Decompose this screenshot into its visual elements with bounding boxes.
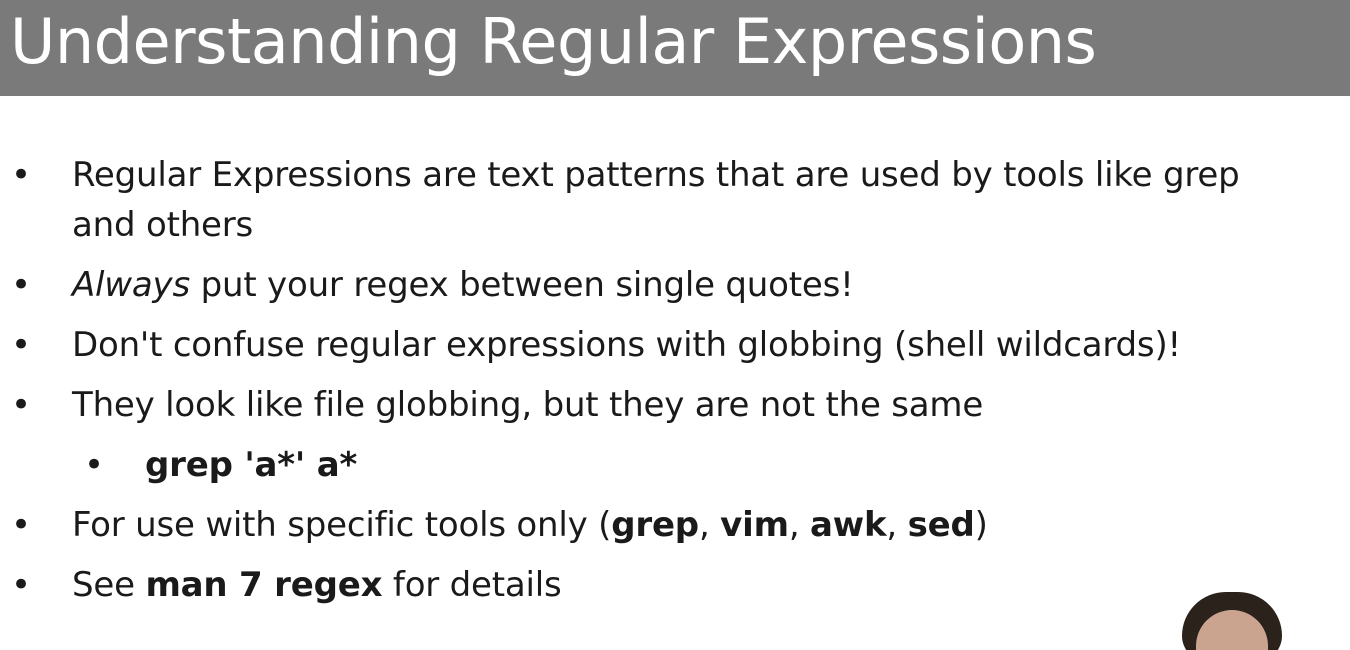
bullet-item: • They look like file globbing, but they…: [0, 380, 1330, 430]
separator: ,: [698, 505, 721, 545]
tool-vim: vim: [720, 505, 789, 545]
sub-bullet-item: • grep 'a*' a*: [0, 440, 1330, 490]
bullet-tail: ): [974, 505, 988, 545]
bullet-item: • Don't confuse regular expressions with…: [0, 320, 1330, 370]
bullet-item: • Always put your regex between single q…: [0, 260, 1330, 310]
bullet-text: Don't confuse regular expressions with g…: [72, 325, 1181, 365]
bullet-text: They look like file globbing, but they a…: [72, 385, 984, 425]
bullet-text: See man 7 regex for details: [72, 560, 1310, 610]
bullet-list: • Regular Expressions are text patterns …: [0, 150, 1330, 620]
bullet-text: Regular Expressions are text patterns th…: [72, 155, 1240, 245]
command-example: grep 'a*' a*: [145, 445, 358, 485]
bullet-item: • See man 7 regex for details: [0, 560, 1330, 610]
tool-awk: awk: [810, 505, 887, 545]
bullet-dot-icon: •: [11, 265, 31, 305]
bullet-dot-icon: •: [11, 565, 31, 605]
bullet-lead: See: [72, 565, 146, 605]
tool-grep: grep: [611, 505, 699, 545]
bullet-item: • For use with specific tools only (grep…: [0, 500, 1330, 550]
title-bar: Understanding Regular Expressions: [0, 0, 1350, 96]
bullet-lead: For use with specific tools only (: [72, 505, 612, 545]
emphasis-always: Always: [72, 265, 190, 305]
man-page-reference: man 7 regex: [145, 565, 383, 605]
bullet-dot-icon: •: [11, 385, 31, 425]
bullet-dot-icon: •: [84, 445, 104, 485]
bullet-dot-icon: •: [11, 155, 31, 195]
bullet-tail: for details: [382, 565, 562, 605]
bullet-dot-icon: •: [11, 325, 31, 365]
bullet-rest: put your regex between single quotes!: [189, 265, 854, 305]
bullet-dot-icon: •: [11, 505, 31, 545]
bullet-text: For use with specific tools only (grep, …: [72, 500, 1310, 550]
sub-bullet-text: grep 'a*' a*: [145, 440, 1310, 490]
separator: ,: [788, 505, 811, 545]
slide-title: Understanding Regular Expressions: [10, 5, 1097, 78]
tool-sed: sed: [907, 505, 975, 545]
separator: ,: [886, 505, 908, 545]
presenter-avatar: [1176, 590, 1288, 650]
bullet-item: • Regular Expressions are text patterns …: [0, 150, 1330, 250]
bullet-text: Always put your regex between single quo…: [72, 260, 1310, 310]
